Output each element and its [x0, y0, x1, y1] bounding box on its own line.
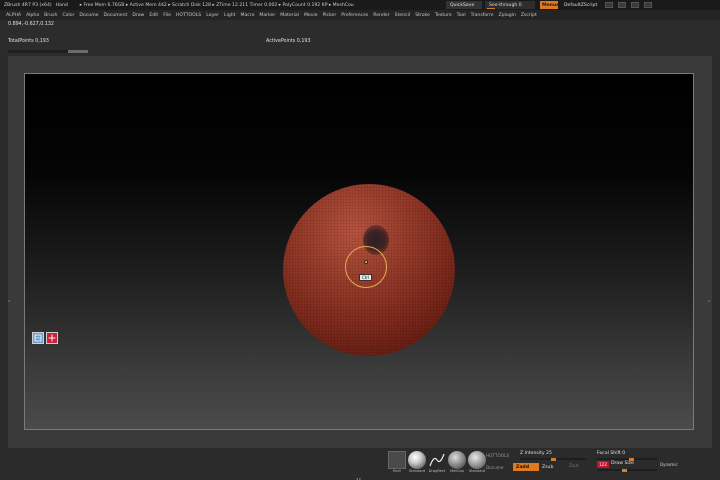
memory-stats: ▸ Free Mem 6.76GB ▸ Active Mem 442 ▸ Scr… [79, 2, 354, 8]
focal-shift-label: Focal Shift 0 [597, 451, 626, 456]
zadd-button[interactable]: Zadd [513, 463, 539, 471]
menu-item[interactable]: Edit [149, 13, 158, 18]
hottools-label[interactable]: HOTTOOLS [486, 453, 509, 458]
see-through-fill [487, 7, 495, 9]
stroke-icon [429, 453, 445, 467]
menu-item[interactable]: Render [373, 13, 389, 18]
local-icon [34, 334, 42, 342]
total-points-bar [8, 50, 88, 53]
menu-item[interactable]: Alpha [26, 13, 39, 18]
menu-item[interactable]: Color [62, 13, 74, 18]
menu-item[interactable]: Movie [304, 13, 318, 18]
info-bar: 0.894,-0.627,0.132 TotalPoints 0,193 Act… [0, 20, 720, 56]
menu-item[interactable]: Zplugin [498, 13, 515, 18]
brush-thumbnail [408, 451, 426, 469]
local-symmetry-button[interactable] [32, 332, 44, 344]
move-arrows-icon [48, 334, 56, 342]
menu-item[interactable]: Brush [44, 13, 57, 18]
standard-slot-button[interactable]: Standard [468, 451, 486, 473]
docume-label[interactable]: Docume [486, 465, 503, 470]
cursor-coordinates: 0.894,-0.627,0.132 [8, 22, 54, 27]
active-points-label: ActivePoints 0,193 [266, 39, 311, 44]
menu-bar: ALPHA Alpha Brush Color Docume Document … [0, 10, 720, 20]
draw-size-value-badge: 122 [597, 461, 609, 468]
menu-item[interactable]: Layer [206, 13, 219, 18]
menu-item[interactable]: Marker [259, 13, 275, 18]
tool-label: Rect [393, 469, 401, 473]
document-canvas[interactable]: Ctrl [24, 73, 694, 430]
slider-knob[interactable] [621, 468, 627, 472]
menu-item[interactable]: Tool [457, 13, 466, 18]
focal-shift-slider[interactable] [597, 457, 657, 461]
menu-item[interactable]: Docume [79, 13, 98, 18]
menu-item[interactable]: Macro [241, 13, 255, 18]
menu-item[interactable]: Stroke [415, 13, 430, 18]
bottom-tray-handle-icon[interactable]: ◂ ▸ [356, 476, 361, 480]
total-points-label: TotalPoints 0,193 [8, 39, 49, 44]
brush-cursor-ring [345, 246, 387, 288]
transform-button[interactable] [46, 332, 58, 344]
document-area: ◂ ▸ Ctrl [8, 56, 712, 448]
zbrush-window: ZBrush 4R7 P3 (x64) Hand ▸ Free Mem 6.76… [0, 0, 720, 480]
app-title: ZBrush 4R7 P3 (x64) [4, 2, 52, 8]
menu-item[interactable]: File [163, 13, 171, 18]
z-intensity-label: Z Intensity 25 [520, 451, 552, 456]
left-tray-handle-icon[interactable]: ◂ [8, 298, 12, 306]
see-through-slider[interactable]: See-through 0 [485, 1, 535, 9]
menu-item[interactable]: Draw [132, 13, 144, 18]
stroke-slot-button[interactable]: DragRect [428, 451, 446, 473]
menu-item[interactable]: Transform [471, 13, 494, 18]
material-slot-button[interactable]: MatCap [448, 451, 466, 473]
quicksave-button[interactable]: QuickSave [446, 1, 482, 9]
standard-thumbnail [468, 451, 486, 469]
menu-item[interactable]: Light [224, 13, 235, 18]
menu-item[interactable]: HOTTOOLS [176, 13, 201, 18]
bottom-shelf: Rect Standard DragRect MatCap Standard H… [0, 448, 720, 480]
menu-item[interactable]: Material [280, 13, 299, 18]
zsub-button[interactable]: Zsub [542, 463, 562, 471]
tool-label: Standard [468, 469, 486, 473]
brush-slot-button[interactable]: Standard [408, 451, 426, 473]
texture-slot-button[interactable]: Rect [388, 451, 406, 473]
total-points-fill [68, 50, 88, 53]
layout-icon[interactable] [618, 2, 626, 8]
ctrl-modifier-badge: Ctrl [359, 274, 372, 281]
menu-item[interactable]: Document [104, 13, 128, 18]
slider-knob[interactable] [550, 457, 556, 461]
close-icon[interactable] [644, 2, 652, 8]
menu-item[interactable]: Preferences [341, 13, 368, 18]
draw-size-slider[interactable] [597, 468, 657, 472]
menus-button[interactable]: Menus [540, 1, 559, 9]
left-shelf-buttons [32, 332, 58, 344]
dynamic-button[interactable]: Dynamic [660, 462, 678, 467]
user-label: Hand [55, 2, 68, 8]
tool-label: DragRect [428, 469, 446, 473]
menu-item[interactable]: ALPHA [6, 13, 21, 18]
window-controls [605, 2, 652, 8]
tool-label: MatCap [450, 469, 464, 473]
material-thumbnail [448, 451, 466, 469]
help-icon[interactable] [605, 2, 613, 8]
brush-cursor-center [364, 260, 368, 264]
minimize-icon[interactable] [631, 2, 639, 8]
z-intensity-slider[interactable] [520, 457, 586, 461]
draw-size-label: Draw Size [611, 461, 634, 466]
menu-item[interactable]: Zscript [521, 13, 537, 18]
texture-thumbnail [388, 451, 406, 469]
menu-item[interactable]: Stencil [395, 13, 411, 18]
stroke-thumbnail [428, 451, 446, 469]
default-zscript-button[interactable]: DefaultZScript [560, 1, 602, 9]
tool-label: Standard [408, 469, 426, 473]
menu-item[interactable]: Picker [323, 13, 337, 18]
right-tray-handle-icon[interactable]: ▸ [708, 298, 712, 306]
menu-item[interactable]: Texture [435, 13, 452, 18]
sphere-mesh[interactable]: Ctrl [283, 184, 455, 356]
zcut-button[interactable]: Zcut [569, 463, 578, 468]
